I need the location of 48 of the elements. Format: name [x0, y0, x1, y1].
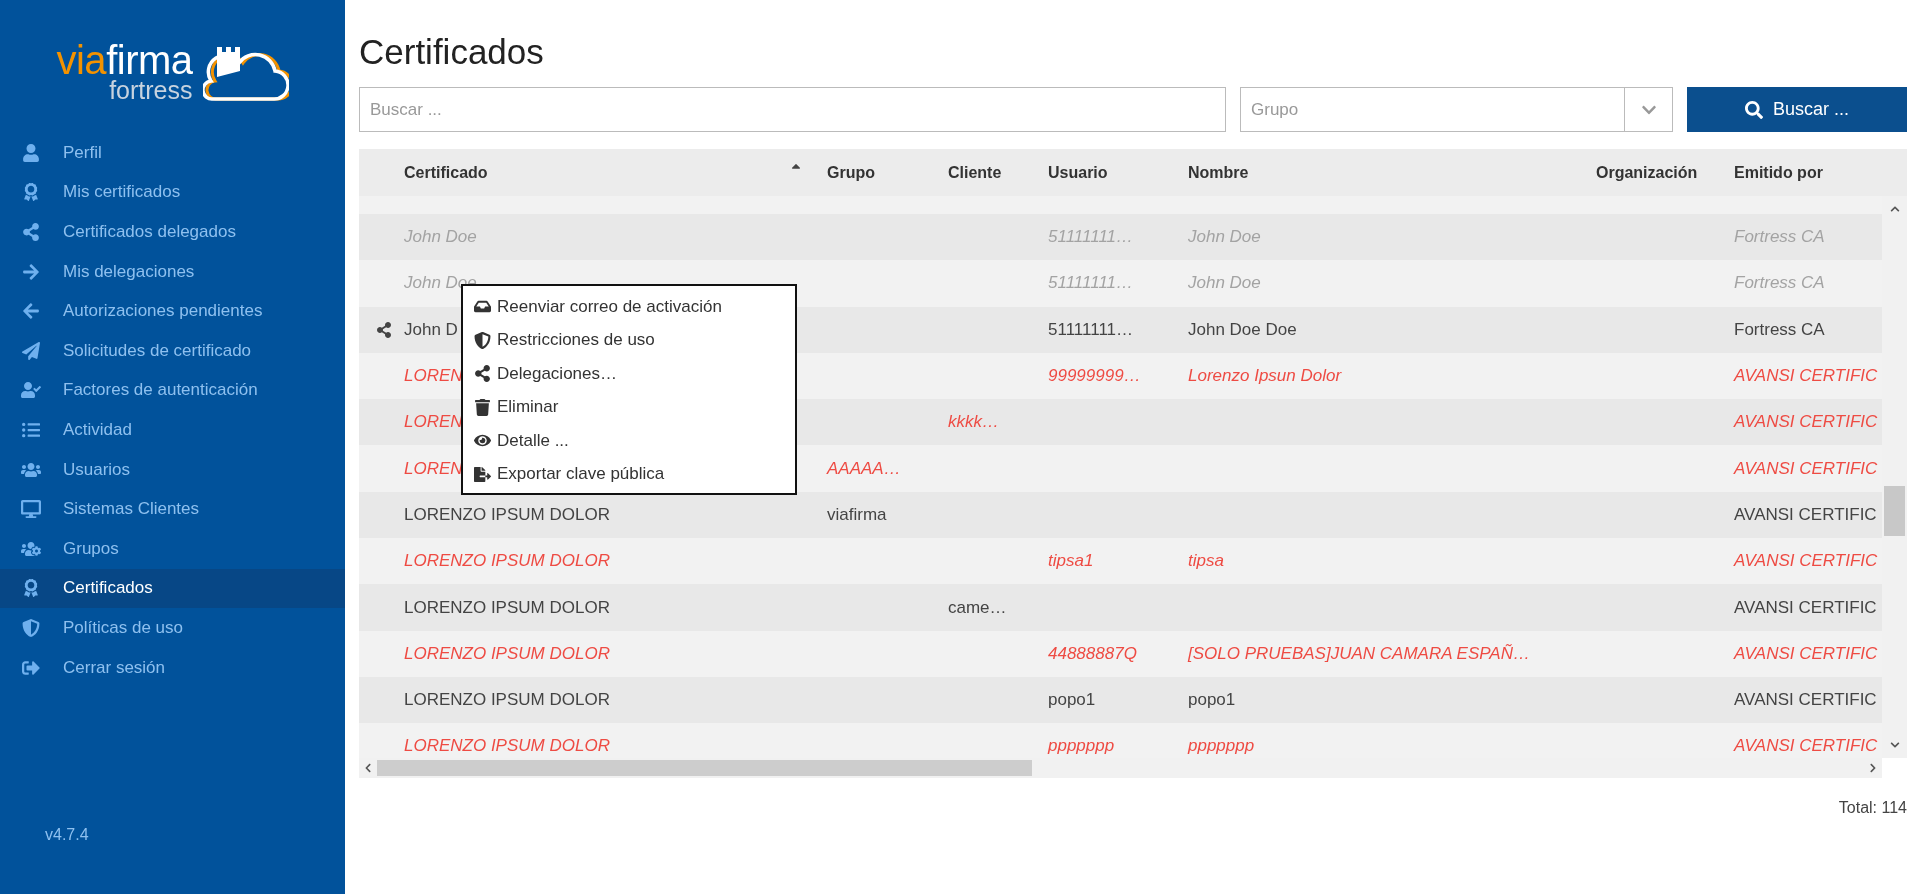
table-cell-text: John Doe	[1187, 273, 1261, 294]
table-cell-text: John Doe	[403, 227, 477, 248]
page-title: Certificados	[359, 31, 545, 73]
table-cell-text: Fortress CA	[1733, 273, 1825, 294]
table-cell-text: LORENZO IPSUM DOLOR	[403, 690, 610, 711]
table-cell-text: Fortress CA	[1733, 319, 1825, 340]
table-cell-text: John Doe Doe	[1187, 319, 1297, 340]
table-cell-text: LOREN	[403, 412, 463, 433]
total-count: Total: 114	[1838, 799, 1907, 817]
table-cell-text: Fortress CA	[1733, 227, 1825, 248]
table-cell-text: LORENZO IPSUM DOLOR	[403, 597, 610, 618]
table-cell-text: AVANSI CERTIFIC	[1732, 458, 1878, 479]
table-cell-text: AVANSI CERTIFIC	[1732, 412, 1878, 433]
table-cell-text: AVANSI CERTIFIC	[1733, 504, 1877, 525]
table-cell-text: LOREN	[403, 458, 463, 479]
table-cell-text: ppppppp	[1186, 736, 1255, 757]
table-cell-text: LOREN	[403, 366, 463, 387]
table-cell-text: John D	[403, 319, 458, 340]
table-cell-text: AAAAA…	[825, 458, 901, 479]
logo-wordmark: viafirma	[56, 40, 193, 80]
table-cell-text: popo1	[1047, 690, 1096, 711]
table-cell-text: kkkk…	[947, 412, 999, 433]
table-cell-text: viafirma	[826, 504, 887, 525]
table-cell-text: 51111111…	[1047, 273, 1134, 294]
table-cell-text: AVANSI CERTIFIC	[1733, 690, 1877, 711]
table-cell-text: John Doe	[1187, 227, 1261, 248]
table-cell-text: LORENZO IPSUM DOLOR	[403, 504, 610, 525]
table-cell-text: 51111111…	[1047, 319, 1134, 340]
table-cell-text: AVANSI CERTIFIC	[1732, 643, 1878, 664]
table-cell-text: LORENZO IPSUM DOLOR	[403, 551, 610, 572]
table-cell-text: tipsa1	[1047, 551, 1094, 572]
table-cell-text: 51111111…	[1047, 227, 1134, 248]
table-cell-text: ppppppp	[1046, 736, 1115, 757]
table-cell-text: 99999999…	[1047, 366, 1141, 387]
table-cell-text: AVANSI CERTIFIC	[1732, 736, 1878, 757]
table-cell-text: Lorenzo Ipsun Dolor	[1187, 366, 1342, 387]
table-cell-text: LORENZO IPSUM DOLOR	[403, 736, 610, 757]
table-cell-text: AVANSI CERTIFIC	[1732, 551, 1878, 572]
table-cell-text: 44888887Q	[1047, 643, 1137, 664]
table-cell-text: LORENZO IPSUM DOLOR	[403, 643, 610, 664]
table-cell-text: AVANSI CERTIFIC	[1732, 366, 1878, 387]
table-cell-text: [SOLO PRUEBAS]JUAN CAMARA ESPAÑ…	[1186, 643, 1530, 664]
table-cell-text: popo1	[1187, 690, 1236, 711]
logo-tagline: fortress	[109, 78, 193, 103]
version-label: v4.7.4	[44, 826, 90, 844]
table-cell-text: tipsa	[1187, 551, 1224, 572]
table-cell-text: came…	[947, 597, 1007, 618]
table-cell-text: AVANSI CERTIFIC	[1733, 597, 1877, 618]
